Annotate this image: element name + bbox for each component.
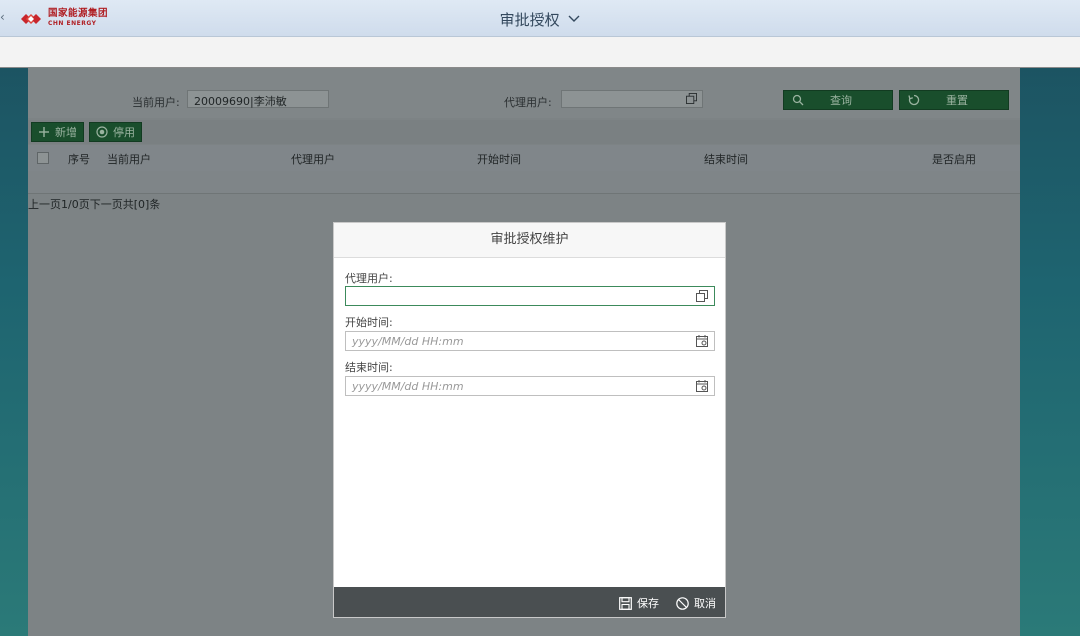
- column-header-agent-user[interactable]: 代理用户: [291, 151, 335, 167]
- column-header-enabled[interactable]: 是否启用: [932, 151, 976, 167]
- dialog-title: 审批授权维护: [334, 223, 725, 258]
- column-header-end-time[interactable]: 结束时间: [704, 151, 748, 167]
- cancel-button[interactable]: 取消: [676, 595, 716, 611]
- select-all-checkbox[interactable]: [37, 152, 49, 164]
- disable-button-label: 停用: [113, 126, 135, 139]
- reset-button-label: 重置: [946, 94, 968, 107]
- plus-icon: [39, 127, 49, 137]
- pager[interactable]: 上一页1/0页下一页共[0]条: [28, 196, 160, 212]
- dialog-footer: 保存 取消: [334, 587, 725, 617]
- agent-user-filter-input[interactable]: [561, 90, 703, 108]
- table-header: 序号 当前用户 代理用户 开始时间 结束时间 是否启用: [28, 145, 1020, 171]
- reset-icon: [908, 94, 920, 106]
- start-time-label: 开始时间:: [345, 316, 393, 329]
- agent-user-input[interactable]: [345, 286, 715, 306]
- table-body-empty: [28, 171, 1020, 194]
- add-button-label: 新增: [55, 126, 77, 139]
- calendar-icon[interactable]: [696, 380, 708, 392]
- approval-authorization-dialog: 审批授权维护 代理用户: 开始时间: yyyy/MM/dd HH:mm 结束时间…: [333, 222, 726, 618]
- disable-button[interactable]: 停用: [89, 122, 142, 142]
- sub-header-bar: [0, 37, 1080, 68]
- agent-user-filter-label: 代理用户:: [504, 96, 552, 109]
- current-user-field[interactable]: 20009690|李沛敏: [187, 90, 329, 108]
- shell-header: ‹ 国家能源集团 CHN ENERGY 审批授权: [0, 0, 1080, 37]
- start-time-placeholder: yyyy/MM/dd HH:mm: [352, 335, 464, 348]
- column-header-current-user[interactable]: 当前用户: [107, 151, 151, 167]
- end-time-label: 结束时间:: [345, 361, 393, 374]
- calendar-icon[interactable]: [696, 335, 708, 347]
- search-icon: [792, 94, 804, 106]
- value-help-icon[interactable]: [696, 290, 708, 302]
- current-user-value: 20009690|李沛敏: [194, 95, 287, 108]
- current-user-label: 当前用户:: [132, 96, 180, 109]
- cancel-icon: [676, 596, 689, 610]
- start-time-input[interactable]: yyyy/MM/dd HH:mm: [345, 331, 715, 351]
- add-button[interactable]: 新增: [31, 122, 84, 142]
- search-button[interactable]: 查询: [783, 90, 893, 110]
- agent-user-label: 代理用户:: [345, 272, 393, 285]
- cancel-button-label: 取消: [694, 597, 716, 610]
- save-button-label: 保存: [637, 597, 659, 610]
- end-time-placeholder: yyyy/MM/dd HH:mm: [352, 380, 464, 393]
- save-button[interactable]: 保存: [619, 595, 659, 611]
- save-icon: [619, 596, 632, 610]
- value-help-icon[interactable]: [686, 93, 697, 104]
- end-time-input[interactable]: yyyy/MM/dd HH:mm: [345, 376, 715, 396]
- filter-bar: 当前用户: 20009690|李沛敏 代理用户: 查询 重置: [28, 68, 1020, 118]
- chevron-down-icon: [568, 13, 580, 26]
- stop-circle-icon: [96, 126, 108, 138]
- app-title-menu[interactable]: 审批授权: [0, 9, 1080, 30]
- dialog-body: 代理用户: 开始时间: yyyy/MM/dd HH:mm 结束时间: yyyy/…: [334, 258, 725, 588]
- column-header-index[interactable]: 序号: [68, 151, 90, 167]
- reset-button[interactable]: 重置: [899, 90, 1009, 110]
- search-button-label: 查询: [830, 94, 852, 107]
- table-toolbar: 新增 停用: [28, 120, 1020, 144]
- app-title: 审批授权: [499, 11, 560, 29]
- column-header-start-time[interactable]: 开始时间: [477, 151, 521, 167]
